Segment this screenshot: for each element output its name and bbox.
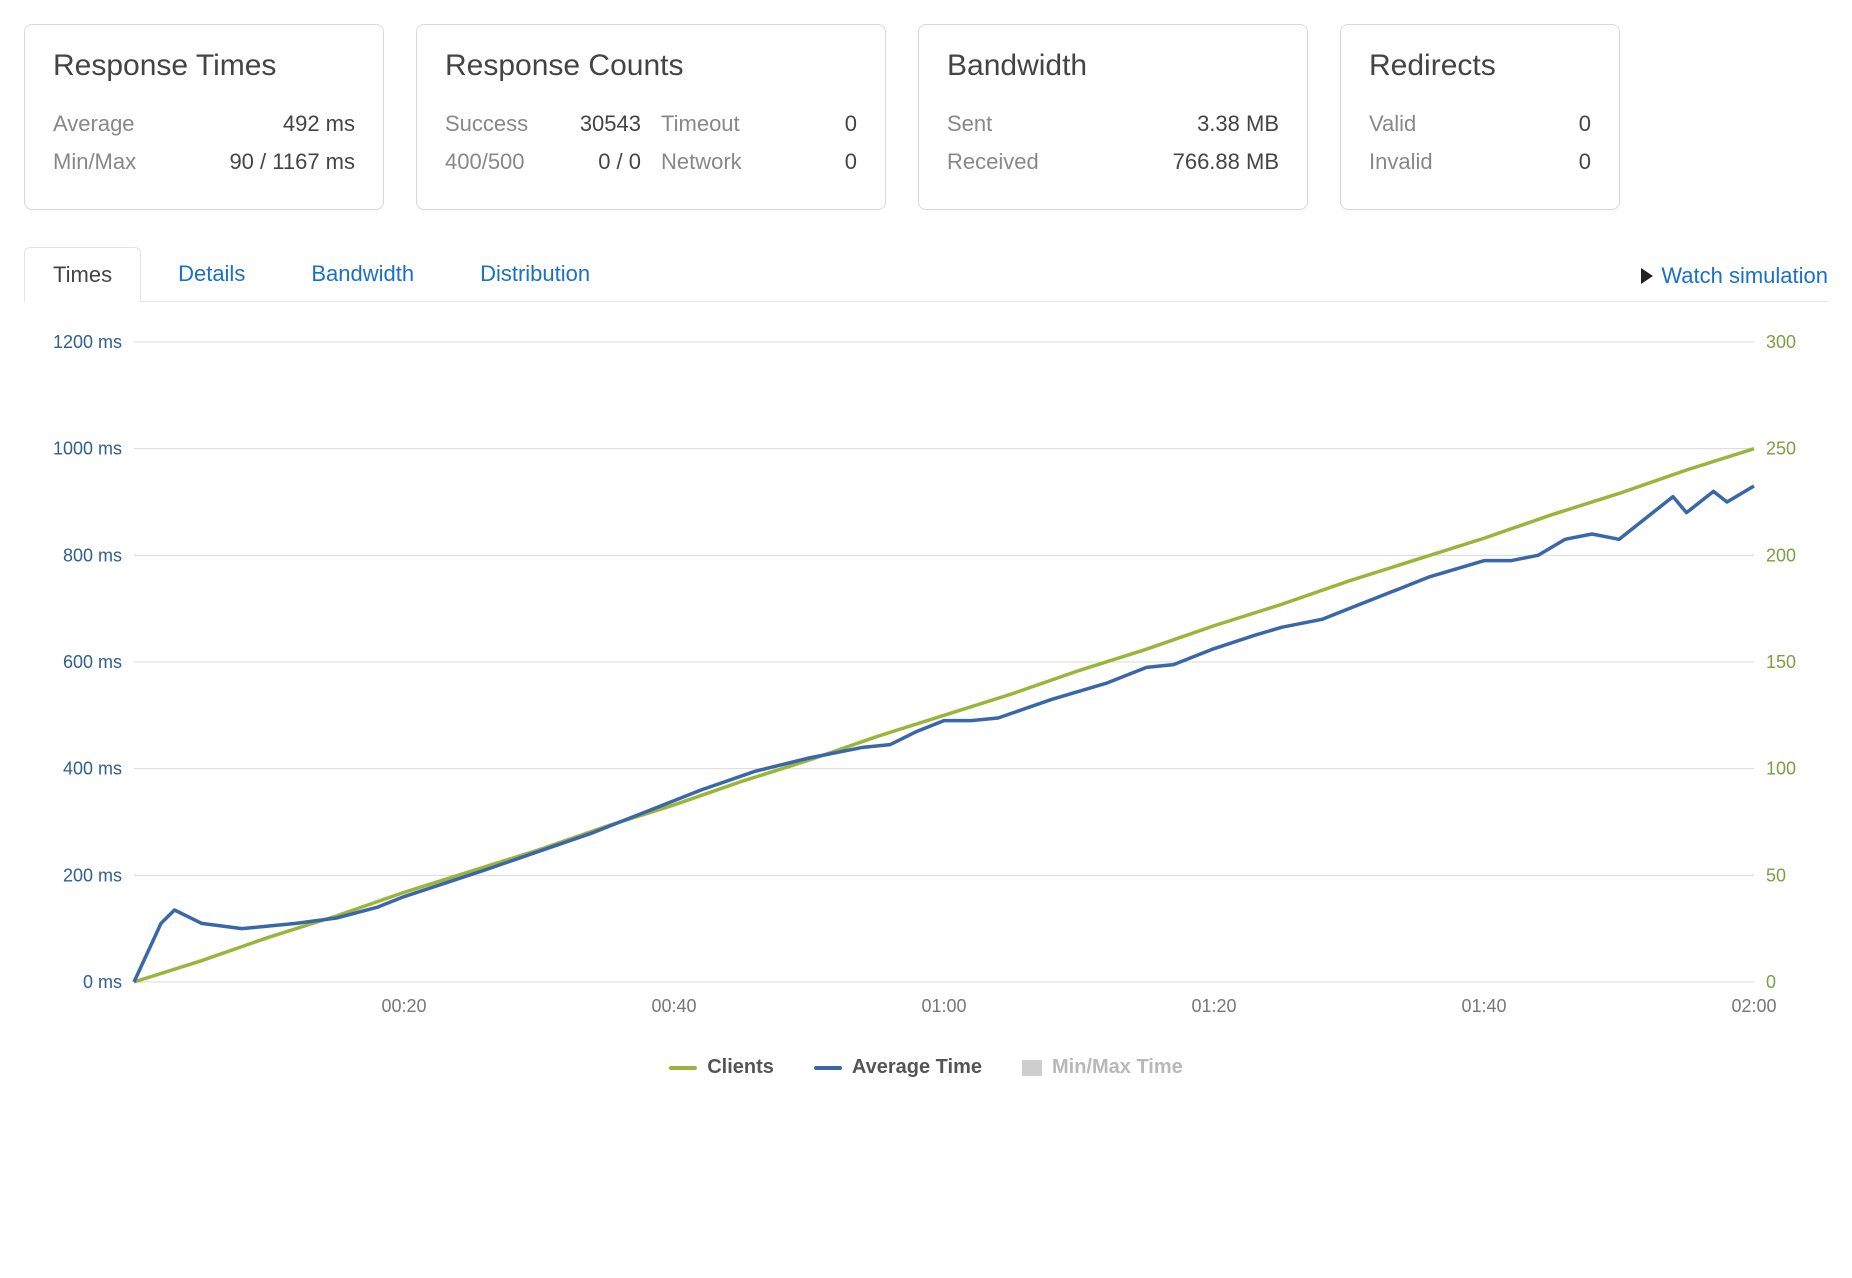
svg-text:00:40: 00:40 — [651, 996, 696, 1016]
metric-value: 0 — [777, 149, 857, 175]
svg-text:01:00: 01:00 — [921, 996, 966, 1016]
tab-distribution[interactable]: Distribution — [451, 246, 619, 301]
card-bandwidth: Bandwidth Sent 3.38 MB Received 766.88 M… — [918, 24, 1308, 210]
legend-label: Average Time — [852, 1056, 982, 1079]
legend-label: Clients — [707, 1056, 774, 1079]
svg-text:01:20: 01:20 — [1191, 996, 1236, 1016]
svg-text:600 ms: 600 ms — [63, 652, 122, 672]
svg-text:50: 50 — [1766, 865, 1786, 885]
svg-text:200: 200 — [1766, 545, 1796, 565]
tab-details[interactable]: Details — [149, 246, 274, 301]
metric-label: Network — [661, 149, 771, 175]
svg-text:300: 300 — [1766, 332, 1796, 352]
tab-bandwidth[interactable]: Bandwidth — [282, 246, 443, 301]
tab-bar: Times Details Bandwidth Distribution Wat… — [24, 246, 1828, 302]
svg-text:02:00: 02:00 — [1731, 996, 1776, 1016]
svg-text:800 ms: 800 ms — [63, 545, 122, 565]
tab-times[interactable]: Times — [24, 247, 141, 302]
metric-value: 0 / 0 — [561, 149, 641, 175]
svg-text:100: 100 — [1766, 759, 1796, 779]
card-title: Response Counts — [445, 49, 857, 83]
svg-text:00:20: 00:20 — [381, 996, 426, 1016]
metric-label: Received — [947, 149, 1087, 175]
svg-text:150: 150 — [1766, 652, 1796, 672]
metric-value: 0 — [1531, 111, 1591, 137]
play-icon — [1641, 268, 1653, 284]
watch-label: Watch simulation — [1661, 263, 1828, 289]
svg-text:250: 250 — [1766, 439, 1796, 459]
metric-label: Success — [445, 111, 555, 137]
card-response-counts: Response Counts Success 30543 Timeout 0 … — [416, 24, 886, 210]
svg-text:1000 ms: 1000 ms — [53, 439, 122, 459]
card-redirects: Redirects Valid 0 Invalid 0 — [1340, 24, 1620, 210]
metric-value: 0 — [1531, 149, 1591, 175]
legend-label: Min/Max Time — [1052, 1056, 1183, 1079]
metric-value: 30543 — [561, 111, 641, 137]
svg-text:400 ms: 400 ms — [63, 759, 122, 779]
chart-legend: Clients Average Time Min/Max Time — [24, 1056, 1828, 1079]
times-chart: 0 ms 200 ms 400 ms 600 ms 800 ms 1000 ms 1200 … — [24, 332, 1828, 1032]
metric-value: 492 ms — [185, 111, 355, 137]
legend-swatch-icon — [1022, 1060, 1042, 1076]
svg-text:0: 0 — [1766, 972, 1776, 992]
card-title: Bandwidth — [947, 49, 1279, 83]
legend-item-clients: Clients — [669, 1056, 774, 1079]
metric-label: 400/500 — [445, 149, 555, 175]
legend-swatch-icon — [669, 1066, 697, 1070]
metric-label: Sent — [947, 111, 1087, 137]
svg-text:01:40: 01:40 — [1461, 996, 1506, 1016]
metric-label: Timeout — [661, 111, 771, 137]
metric-label: Invalid — [1369, 149, 1479, 175]
watch-simulation-link[interactable]: Watch simulation — [1641, 263, 1828, 301]
card-title: Redirects — [1369, 49, 1591, 83]
svg-text:0 ms: 0 ms — [83, 972, 122, 992]
svg-text:200 ms: 200 ms — [63, 865, 122, 885]
metric-value: 766.88 MB — [1129, 149, 1279, 175]
card-title: Response Times — [53, 49, 355, 83]
metric-label: Min/Max — [53, 149, 173, 175]
metric-label: Valid — [1369, 111, 1479, 137]
legend-item-average-time: Average Time — [814, 1056, 982, 1079]
svg-text:1200 ms: 1200 ms — [53, 332, 122, 352]
legend-item-minmax-time: Min/Max Time — [1022, 1056, 1183, 1079]
metric-value: 90 / 1167 ms — [185, 149, 355, 175]
card-response-times: Response Times Average 492 ms Min/Max 90… — [24, 24, 384, 210]
metric-value: 3.38 MB — [1129, 111, 1279, 137]
metric-value: 0 — [777, 111, 857, 137]
legend-swatch-icon — [814, 1066, 842, 1070]
metric-label: Average — [53, 111, 173, 137]
